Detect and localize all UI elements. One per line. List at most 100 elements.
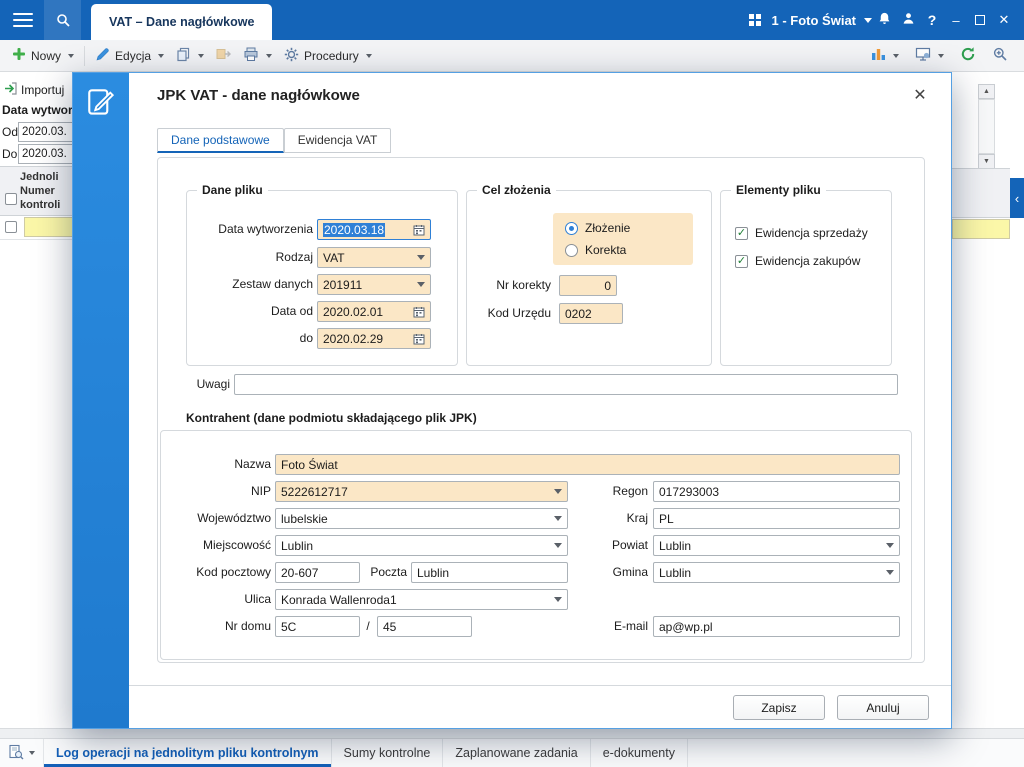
radio-korekta[interactable] [565, 244, 578, 257]
calendar-icon[interactable] [413, 306, 425, 318]
checkbox-ewidencja-sprzedazy[interactable]: ✓ [735, 227, 748, 240]
collapse-panel-button[interactable]: ‹ [1010, 178, 1024, 218]
minimize-button[interactable]: – [944, 0, 968, 40]
dialog-footer-separator [129, 685, 951, 686]
field-value: 201911 [323, 277, 363, 292]
dialog-close-button[interactable]: ✕ [909, 85, 931, 107]
view-settings-button[interactable] [909, 43, 950, 69]
data-wytworzenia-input[interactable]: 2020.03.18 [317, 219, 431, 240]
powiat-select[interactable]: Lublin [653, 535, 900, 556]
dialog-content-panel: Dane pliku Data wytworzenia 2020.03.18 R… [157, 157, 925, 663]
chevron-down-icon [158, 53, 165, 58]
importuj-button[interactable]: Importuj [4, 82, 64, 98]
regon-input[interactable]: 017293003 [653, 481, 900, 502]
rodzaj-select[interactable]: VAT [317, 247, 431, 268]
wojewodztwo-select[interactable]: lubelskie [275, 508, 568, 529]
horizontal-scrollbar[interactable] [0, 728, 1024, 738]
chevron-down-icon[interactable] [864, 17, 872, 23]
groupbox-dane-pliku: Dane pliku Data wytworzenia 2020.03.18 R… [186, 183, 458, 366]
gmina-label: Gmina [612, 565, 648, 579]
chevron-down-icon [886, 543, 894, 548]
calendar-icon[interactable] [413, 333, 425, 345]
vertical-scrollbar-track[interactable] [978, 99, 995, 154]
bottom-tab-log[interactable]: Log operacji na jednolitym pliku kontrol… [44, 739, 332, 767]
data-od-input[interactable]: 2020.02.01 [317, 301, 431, 322]
zestaw-danych-select[interactable]: 201911 [317, 274, 431, 295]
tab-vat-dane-naglowkowe[interactable]: VAT – Dane nagłówkowe [91, 4, 273, 40]
tab-ewidencja-vat[interactable]: Ewidencja VAT [283, 128, 392, 153]
nr-lokalu-input[interactable]: 45 [377, 616, 472, 637]
data-do-input[interactable]: 2020.02.29 [317, 328, 431, 349]
hamburger-menu-icon[interactable] [13, 13, 33, 27]
row-checkbox[interactable] [5, 221, 17, 233]
print-button[interactable] [237, 43, 278, 69]
od-label: Od [2, 125, 19, 139]
field-value: Foto Świat [281, 457, 338, 472]
kraj-label: Kraj [626, 511, 648, 525]
export-button-disabled [210, 43, 237, 68]
kod-pocztowy-input[interactable]: 20-607 [275, 562, 360, 583]
bottom-tab-zaplanowane-zadania[interactable]: Zaplanowane zadania [443, 739, 591, 767]
kod-urzedu-input[interactable]: 0202 [559, 303, 623, 324]
date-do-input[interactable]: 2020.03. [18, 144, 72, 164]
filter-cell-input[interactable] [952, 219, 1010, 239]
groupbox-legend: Cel złożenia [477, 183, 556, 197]
user-button[interactable] [896, 0, 920, 40]
procedury-button[interactable]: Procedury [278, 43, 378, 69]
search-button[interactable] [44, 0, 81, 40]
nip-select[interactable]: 5222612717 [275, 481, 568, 502]
log-view-button[interactable] [0, 739, 44, 767]
select-all-checkbox[interactable] [5, 193, 17, 205]
maximize-button[interactable] [968, 0, 992, 40]
field-value: 5222612717 [281, 484, 348, 499]
miejscowosc-select[interactable]: Lublin [275, 535, 568, 556]
kod-urzedu-label: Kod Urzędu [487, 306, 551, 320]
nr-domu-label: Nr domu [224, 619, 271, 633]
toolbar-right-group [865, 42, 1018, 69]
pencil-icon [95, 47, 110, 65]
bottom-tab-e-dokumenty[interactable]: e-dokumenty [591, 739, 688, 767]
notifications-button[interactable] [872, 0, 896, 40]
edit-document-icon [85, 86, 117, 121]
email-input[interactable]: ap@wp.pl [653, 616, 900, 637]
analysis-chart-button[interactable] [865, 43, 905, 68]
refresh-button[interactable] [954, 42, 982, 69]
checkbox-label: Ewidencja zakupów [755, 254, 861, 268]
date-od-input[interactable]: 2020.03. [18, 122, 72, 142]
checkbox-ewidencja-zakupow[interactable]: ✓ [735, 255, 748, 268]
zapisz-button[interactable]: Zapisz [733, 695, 825, 720]
scroll-up-button[interactable]: ▲ [978, 84, 995, 99]
tab-dane-podstawowe[interactable]: Dane podstawowe [157, 128, 284, 153]
grid-column-header[interactable]: Jednoli Numer kontroli [0, 166, 72, 216]
nowy-button[interactable]: Nowy [6, 43, 80, 68]
check-icon: ✓ [736, 227, 747, 239]
bottom-tab-sumy-kontrolne[interactable]: Sumy kontrolne [332, 739, 444, 767]
copy-button[interactable] [170, 43, 210, 69]
filter-cell-input[interactable] [24, 217, 72, 237]
gmina-select[interactable]: Lublin [653, 562, 900, 583]
edycja-button[interactable]: Edycja [89, 43, 170, 69]
field-value: 2020.02.01 [323, 304, 384, 319]
uwagi-input[interactable] [234, 374, 898, 395]
monitor-gear-icon [915, 47, 931, 65]
nr-korekty-label: Nr korekty [496, 278, 551, 292]
field-value: 20-607 [281, 565, 319, 580]
scroll-down-button[interactable]: ▼ [978, 154, 995, 169]
kraj-input[interactable]: PL [653, 508, 900, 529]
anuluj-button[interactable]: Anuluj [837, 695, 929, 720]
nr-korekty-input[interactable]: 0 [559, 275, 617, 296]
kod-pocztowy-label: Kod pocztowy [196, 565, 271, 579]
nazwa-input[interactable]: Foto Świat [275, 454, 900, 475]
radio-zlozenie[interactable] [565, 222, 578, 235]
window-close-button[interactable]: ✕ [992, 0, 1016, 40]
nr-domu-input[interactable]: 5C [275, 616, 360, 637]
filter-section-header: Data wytworz [2, 103, 72, 117]
app-grid-icon[interactable] [748, 13, 762, 27]
ulica-select[interactable]: Konrada Wallenroda1 [275, 589, 568, 610]
import-icon [4, 82, 17, 98]
zoom-button[interactable] [986, 42, 1014, 69]
calendar-icon[interactable] [413, 224, 425, 236]
gear-icon [284, 47, 299, 65]
company-selector[interactable]: 1 - Foto Świat [772, 13, 857, 28]
help-button[interactable]: ? [920, 0, 944, 40]
